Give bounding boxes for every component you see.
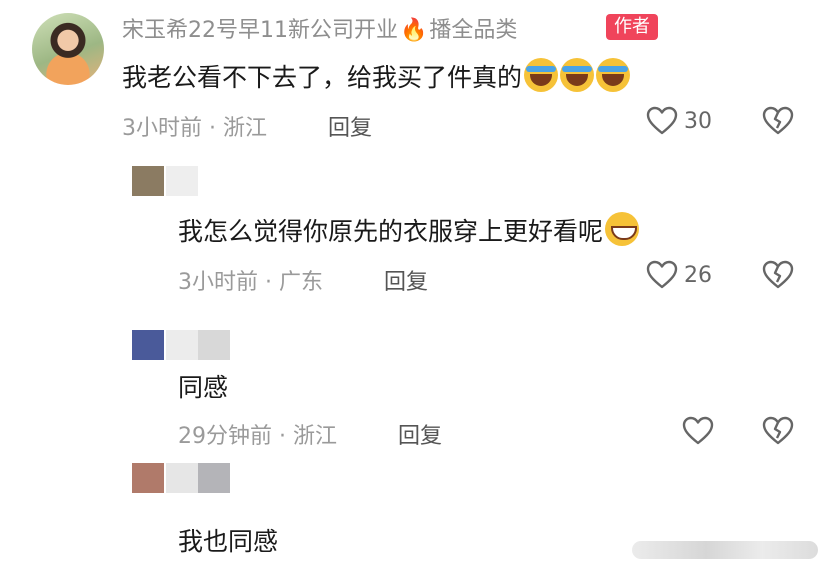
reply-button[interactable]: 回复	[384, 264, 428, 296]
redacted-username	[166, 330, 198, 360]
reply-content: 我怎么觉得你原先的衣服穿上更好看呢	[178, 212, 640, 248]
avatar[interactable]	[32, 13, 104, 85]
like-count: 26	[684, 262, 712, 288]
like-button[interactable]	[682, 416, 714, 446]
reply-button[interactable]: 回复	[328, 110, 372, 142]
like-button[interactable]: 26	[646, 260, 712, 290]
redacted-username	[198, 330, 230, 360]
heart-icon	[646, 260, 678, 290]
username[interactable]: 宋玉希22号早11新公司开业🔥播全品类	[122, 12, 517, 44]
reply-meta: 29分钟前 · 浙江	[178, 424, 337, 449]
grin-emoji	[605, 212, 640, 246]
reply-content: 同感	[178, 373, 229, 402]
redacted-avatar	[132, 330, 164, 360]
redacted-username	[166, 463, 198, 493]
redacted-username	[198, 463, 230, 493]
broken-heart-icon[interactable]	[762, 106, 794, 136]
laugh-cry-emoji	[560, 58, 595, 92]
laugh-cry-emoji	[596, 58, 631, 92]
laugh-cry-emoji	[524, 58, 559, 92]
like-button[interactable]: 30	[646, 106, 712, 136]
fire-icon: 🔥	[400, 18, 428, 43]
reply-content: 我也同感	[178, 527, 279, 556]
broken-heart-icon[interactable]	[762, 416, 794, 446]
redacted-username	[166, 166, 198, 196]
broken-heart-icon[interactable]	[762, 260, 794, 290]
heart-icon	[682, 416, 714, 446]
reply-meta: 3小时前 · 广东	[178, 270, 323, 295]
heart-icon	[646, 106, 678, 136]
reply-button[interactable]: 回复	[398, 418, 442, 450]
username-suffix: 播全品类	[429, 18, 518, 43]
author-badge: 作者	[606, 14, 658, 40]
redacted-avatar	[132, 166, 164, 196]
scroll-indicator	[632, 541, 818, 559]
like-count: 30	[684, 108, 712, 134]
comment-content: 我老公看不下去了，给我买了件真的	[122, 58, 631, 94]
redacted-avatar	[132, 463, 164, 493]
reply-text: 我怎么觉得你原先的衣服穿上更好看呢	[178, 217, 604, 246]
comment-meta: 3小时前 · 浙江	[122, 116, 267, 141]
comment-text: 我老公看不下去了，给我买了件真的	[122, 63, 523, 92]
username-text: 宋玉希22号早11新公司开业	[122, 18, 398, 43]
